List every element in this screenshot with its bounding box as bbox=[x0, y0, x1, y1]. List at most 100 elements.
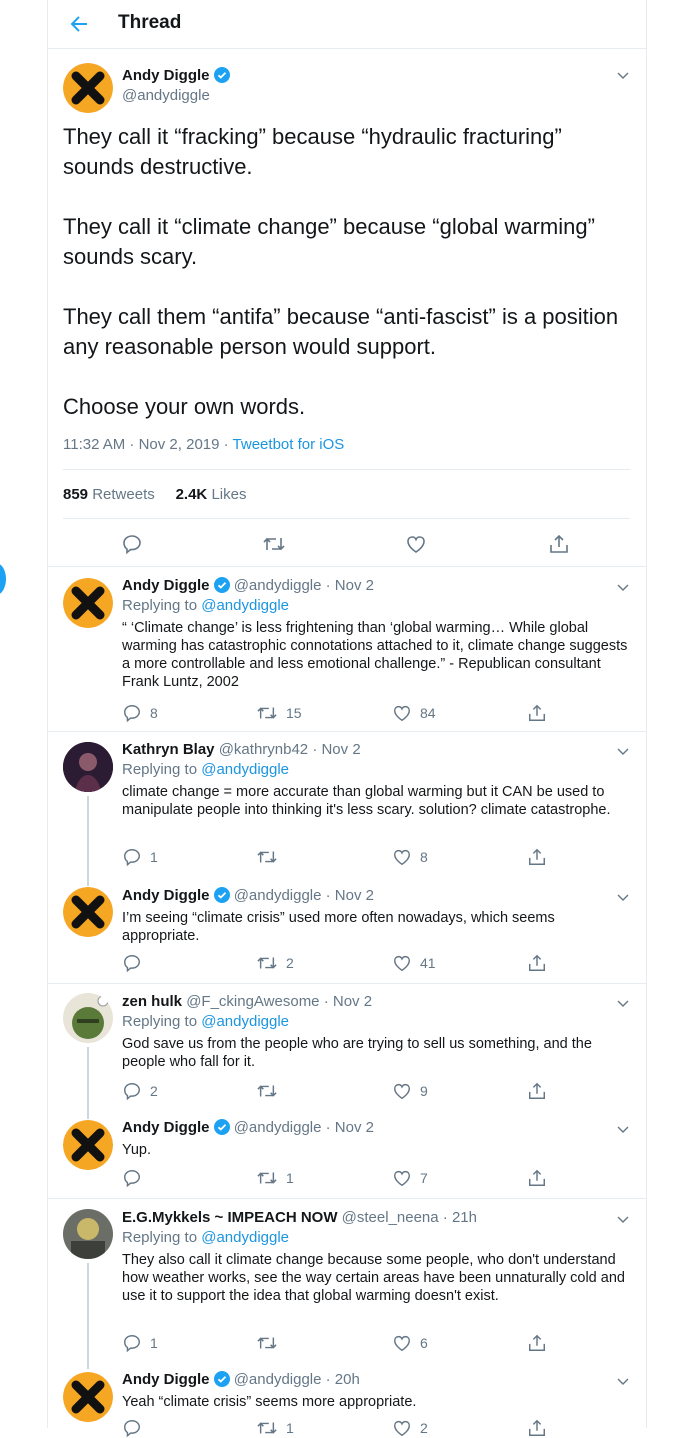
reply-icon[interactable] bbox=[121, 533, 143, 555]
chevron-down-icon[interactable] bbox=[616, 996, 630, 1010]
author-handle[interactable]: @andydiggle · Nov 2 bbox=[234, 887, 374, 904]
author-handle[interactable]: @steel_neena · 21h bbox=[342, 1209, 477, 1226]
chevron-down-icon[interactable] bbox=[616, 580, 630, 594]
retweet-icon bbox=[257, 1422, 277, 1434]
divider bbox=[47, 731, 646, 732]
author-name[interactable]: Kathryn Blay bbox=[122, 741, 215, 758]
chevron-down-icon[interactable] bbox=[616, 744, 630, 758]
avatar[interactable] bbox=[63, 1372, 113, 1422]
like-button[interactable]: 41 bbox=[392, 953, 436, 973]
back-arrow-icon[interactable] bbox=[67, 12, 91, 36]
verified-icon bbox=[213, 577, 230, 593]
reply-button[interactable]: 2 bbox=[122, 1081, 158, 1101]
reply-button[interactable]: 8 bbox=[122, 703, 158, 723]
compose-button[interactable] bbox=[0, 563, 6, 595]
avatar[interactable] bbox=[63, 742, 113, 792]
reply-icon bbox=[123, 1169, 141, 1188]
like-button[interactable]: 8 bbox=[392, 847, 428, 867]
author-handle[interactable]: @andydiggle bbox=[122, 87, 210, 104]
author-handle[interactable]: @andydiggle · Nov 2 bbox=[234, 577, 374, 594]
author-name[interactable]: E.G.Mykkels ~ IMPEACH NOW bbox=[122, 1209, 337, 1226]
author-handle[interactable]: @andydiggle · Nov 2 bbox=[234, 1119, 374, 1136]
share-button[interactable] bbox=[527, 1081, 547, 1101]
chevron-down-icon[interactable] bbox=[616, 68, 630, 82]
like-icon bbox=[393, 849, 411, 866]
author-name[interactable]: Andy Diggle bbox=[122, 1371, 210, 1388]
retweet-icon[interactable] bbox=[262, 533, 286, 555]
reply-button[interactable]: 1 bbox=[122, 847, 158, 867]
avatar[interactable] bbox=[63, 887, 113, 937]
like-button[interactable]: 84 bbox=[392, 703, 436, 723]
thread-line bbox=[87, 796, 89, 886]
retweet-button[interactable]: 15 bbox=[256, 703, 302, 723]
reply-tweet: zen hulk @F_ckingAwesome · Nov 2 Replyin… bbox=[122, 993, 630, 1071]
tweet-meta: 11:32 AM · Nov 2, 2019 · Tweetbot for iO… bbox=[63, 436, 344, 453]
reply-tweet: Andy Diggle @andydiggle · 20h Yeah “clim… bbox=[122, 1371, 630, 1411]
author-handle[interactable]: @kathrynb42 · Nov 2 bbox=[219, 741, 361, 758]
divider bbox=[47, 983, 646, 984]
like-button[interactable]: 7 bbox=[392, 1168, 428, 1188]
retweet-button[interactable] bbox=[256, 1333, 286, 1353]
share-icon bbox=[529, 1082, 545, 1099]
share-button[interactable] bbox=[527, 953, 547, 973]
share-icon bbox=[529, 1334, 545, 1351]
avatar[interactable] bbox=[63, 1120, 113, 1170]
like-icon[interactable] bbox=[405, 533, 427, 555]
avatar[interactable] bbox=[63, 1209, 113, 1259]
reply-button[interactable] bbox=[122, 1168, 150, 1188]
retweet-button[interactable]: 1 bbox=[256, 1418, 294, 1438]
share-icon[interactable] bbox=[548, 533, 570, 555]
share-icon bbox=[529, 1169, 545, 1186]
share-button[interactable] bbox=[527, 1168, 547, 1188]
reply-button[interactable]: 1 bbox=[122, 1333, 158, 1353]
like-icon bbox=[393, 1083, 411, 1100]
author-name[interactable]: zen hulk bbox=[122, 993, 182, 1010]
thread-line bbox=[87, 1263, 89, 1369]
verified-icon bbox=[213, 887, 230, 903]
retweet-button[interactable] bbox=[256, 1081, 286, 1101]
chevron-down-icon[interactable] bbox=[616, 1122, 630, 1136]
share-button[interactable] bbox=[527, 703, 547, 723]
author-name[interactable]: Andy Diggle bbox=[122, 1119, 210, 1136]
retweet-button[interactable]: 2 bbox=[256, 953, 294, 973]
share-button[interactable] bbox=[527, 847, 547, 867]
replying-to: Replying to @andydiggle bbox=[122, 1013, 290, 1030]
share-button[interactable] bbox=[527, 1333, 547, 1353]
avatar[interactable] bbox=[63, 63, 113, 113]
avatar[interactable] bbox=[63, 578, 113, 628]
likes-count[interactable]: 2.4K Likes bbox=[176, 486, 247, 503]
author-name[interactable]: Andy Diggle bbox=[122, 887, 210, 904]
reply-icon bbox=[123, 848, 141, 867]
divider bbox=[63, 518, 630, 519]
author-name[interactable]: Andy Diggle bbox=[122, 577, 210, 594]
chevron-down-icon[interactable] bbox=[616, 1212, 630, 1226]
avatar[interactable] bbox=[63, 993, 113, 1043]
author-name[interactable]: Andy Diggle bbox=[122, 67, 230, 84]
author-handle[interactable]: @andydiggle · 20h bbox=[234, 1371, 360, 1388]
reply-text: Yup. bbox=[122, 1142, 152, 1158]
retweet-icon bbox=[257, 1172, 277, 1184]
like-button[interactable]: 6 bbox=[392, 1333, 428, 1353]
mention-link[interactable]: @andydiggle bbox=[201, 1229, 289, 1246]
like-button[interactable]: 9 bbox=[392, 1081, 428, 1101]
reply-text: climate change = more accurate than glob… bbox=[122, 784, 611, 818]
retweet-button[interactable]: 1 bbox=[256, 1168, 294, 1188]
author-handle[interactable]: @F_ckingAwesome · Nov 2 bbox=[186, 993, 372, 1010]
reply-button[interactable] bbox=[122, 953, 150, 973]
mention-link[interactable]: @andydiggle bbox=[201, 761, 289, 778]
mention-link[interactable]: @andydiggle bbox=[201, 1013, 289, 1030]
divider bbox=[47, 566, 646, 567]
like-icon bbox=[393, 1420, 411, 1437]
chevron-down-icon[interactable] bbox=[616, 1374, 630, 1388]
chevron-down-icon[interactable] bbox=[616, 890, 630, 904]
tweet-source-link[interactable]: Tweetbot for iOS bbox=[233, 436, 345, 453]
reply-tweet: Andy Diggle @andydiggle · Nov 2 Replying… bbox=[122, 577, 630, 691]
retweet-button[interactable] bbox=[256, 847, 286, 867]
like-button[interactable]: 2 bbox=[392, 1418, 428, 1438]
share-button[interactable] bbox=[527, 1418, 547, 1438]
mention-link[interactable]: @andydiggle bbox=[201, 597, 289, 614]
reply-button[interactable] bbox=[122, 1418, 150, 1438]
retweet-icon bbox=[257, 1337, 277, 1349]
reply-tweet: Kathryn Blay @kathrynb42 · Nov 2 Replyin… bbox=[122, 741, 630, 819]
retweets-count[interactable]: 859 Retweets bbox=[63, 486, 155, 503]
